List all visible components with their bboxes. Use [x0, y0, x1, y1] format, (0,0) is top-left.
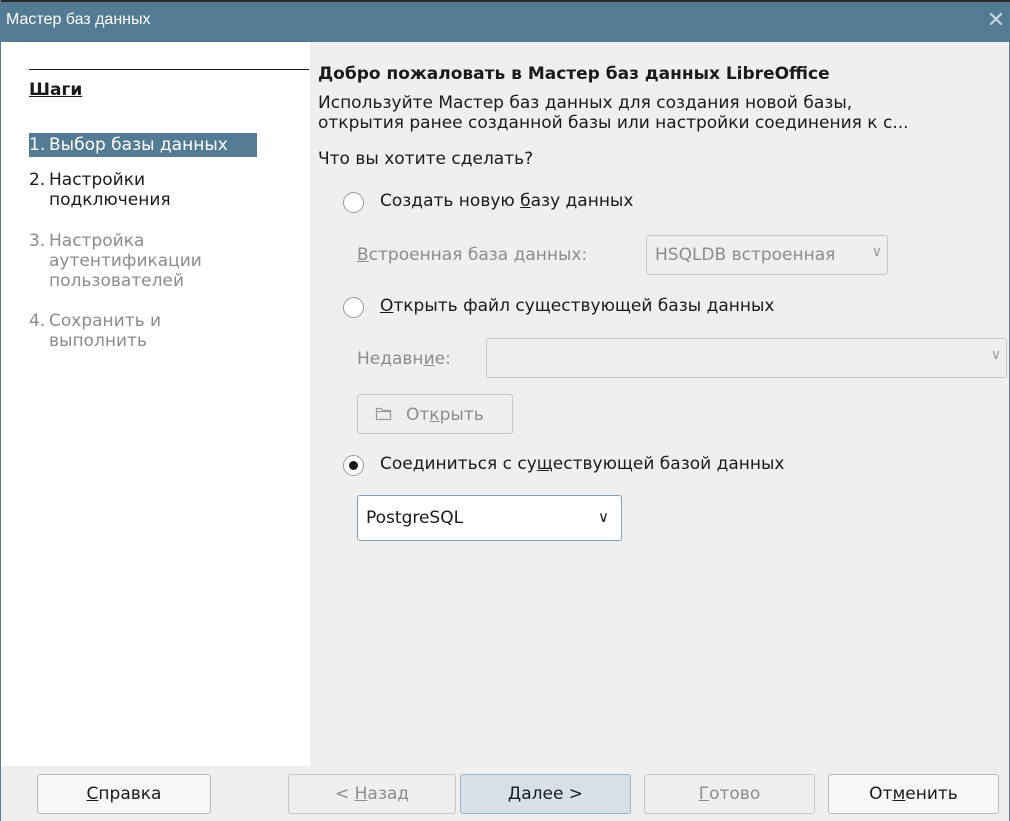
recent-label: Недавние: — [357, 349, 451, 369]
cancel-button[interactable]: Отменить — [828, 774, 999, 814]
description-line-2: открытия ранее созданной базы или настро… — [318, 113, 909, 133]
finish-button: Готово — [644, 774, 815, 814]
step-label: Сохранить и выполнить — [49, 311, 162, 351]
label-text: строенная база данных: — [368, 245, 588, 265]
back-button: < Назад — [288, 774, 456, 814]
step-label: Выбор базы данных — [49, 135, 228, 155]
connect-existing-database-label[interactable]: Соединиться с существующей базой данных — [380, 454, 784, 474]
label-accel: С — [86, 784, 99, 804]
create-new-database-label[interactable]: Создать новую базу данных — [380, 191, 633, 211]
label-text: < — [334, 784, 355, 804]
embedded-database-combo: HSQLDB встроенная ∨ — [646, 235, 888, 275]
label-text: ткрыть файл существующей базы данных — [393, 296, 775, 316]
label-accel: м — [892, 784, 906, 804]
create-new-database-radio[interactable] — [343, 192, 364, 213]
step-number: 2. — [29, 170, 46, 190]
open-button-label: Открыть — [406, 405, 484, 425]
title-bar[interactable]: Мастер баз данных ✕ — [1, 0, 1010, 42]
label-text: ествующей базой данных — [552, 454, 785, 474]
steps-title: Шаги — [29, 80, 83, 100]
label-accel: Д — [507, 784, 522, 804]
label-text: Недавн — [357, 349, 424, 369]
window-title: Мастер баз данных — [6, 11, 151, 28]
label-text: правка — [98, 784, 162, 804]
combo-value: HSQLDB встроенная — [655, 245, 836, 265]
label-text: отово — [709, 784, 761, 804]
label-text: Соединиться с су — [380, 454, 537, 474]
step-number: 3. — [29, 231, 46, 251]
step-label: Настройки подключения — [49, 170, 171, 210]
database-wizard-window: Мастер баз данных ✕ Шаги 1. Выбор базы д… — [0, 0, 1010, 821]
connect-existing-database-radio[interactable] — [343, 455, 364, 476]
folder-icon — [375, 407, 392, 421]
combo-value: PostgreSQL — [366, 508, 464, 528]
step-select-database[interactable]: 1. Выбор базы данных — [29, 133, 257, 157]
chevron-down-icon: ∨ — [871, 244, 882, 260]
open-existing-file-label[interactable]: Открыть файл существующей базы данных — [380, 296, 774, 316]
step-save-and-proceed: 4. Сохранить и выполнить — [29, 311, 289, 351]
label-accel: щ — [536, 454, 553, 474]
description-line-1: Используйте Мастер баз данных для создан… — [318, 93, 853, 113]
label-text: енить — [905, 784, 958, 804]
step-number: 4. — [29, 311, 46, 331]
label-text: е: — [434, 349, 451, 369]
wizard-page: Добро пожаловать в Мастер баз данных Lib… — [310, 42, 1010, 766]
open-file-button: Открыть — [357, 394, 513, 434]
label-accel: и — [423, 349, 435, 369]
open-existing-file-radio[interactable] — [343, 297, 364, 318]
chevron-down-icon: ∨ — [598, 508, 609, 526]
help-button[interactable]: Справка — [37, 774, 211, 814]
label-text: Создать новую — [380, 191, 521, 211]
label-text: алее > — [521, 784, 584, 804]
step-user-authentication: 3. Настройка аутентификации пользователе… — [29, 231, 289, 291]
label-accel: О — [380, 296, 394, 316]
label-accel: В — [357, 245, 369, 265]
embedded-database-label: Встроенная база данных: — [357, 245, 587, 265]
label-text: От — [869, 784, 893, 804]
recent-files-combo: ∨ — [486, 338, 1007, 378]
close-icon[interactable]: ✕ — [985, 10, 1007, 32]
label-text: азу данных — [530, 191, 634, 211]
connection-type-combo[interactable]: PostgreSQL ∨ — [357, 495, 622, 541]
question-label: Что вы хотите сделать? — [318, 149, 534, 169]
steps-divider — [29, 69, 309, 70]
step-connection-settings[interactable]: 2. Настройки подключения — [29, 170, 289, 210]
label-accel: б — [520, 191, 531, 211]
step-label: Настройка аутентификации пользователей — [49, 231, 202, 291]
label-text: азад — [367, 784, 410, 804]
label-accel: Г — [698, 784, 710, 804]
label-text: От — [406, 405, 430, 425]
page-heading: Добро пожаловать в Мастер баз данных Lib… — [318, 64, 830, 84]
label-accel: к — [429, 405, 440, 425]
label-text: рыть — [439, 405, 484, 425]
steps-sidebar: Шаги 1. Выбор базы данных 2. Настройки п… — [1, 42, 310, 766]
label-accel: Н — [354, 784, 368, 804]
chevron-down-icon: ∨ — [990, 347, 1001, 363]
next-button[interactable]: Далее > — [460, 774, 631, 814]
step-number: 1. — [29, 135, 46, 155]
